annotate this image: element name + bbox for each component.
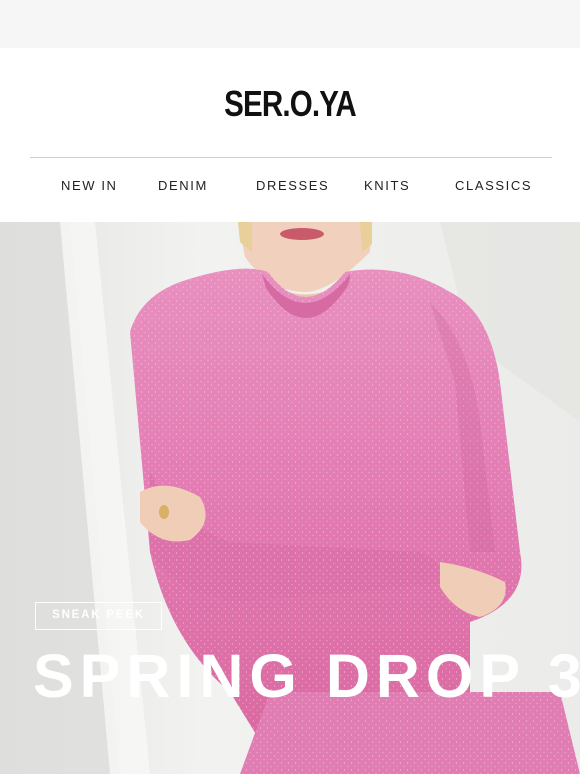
main-nav: NEW IN DENIM DRESSES KNITS CLASSICS xyxy=(0,176,580,196)
sneak-peek-badge: SNEAK PEEK xyxy=(35,602,162,630)
nav-item-new-in[interactable]: NEW IN xyxy=(61,176,118,196)
header-divider xyxy=(30,157,552,158)
top-preheader-bar xyxy=(0,0,580,48)
hero-headline: SPRING DROP 3 xyxy=(33,642,580,710)
brand-logo[interactable]: SER.O.YA xyxy=(52,82,528,126)
nav-item-dresses[interactable]: DRESSES xyxy=(256,176,329,196)
nav-item-denim[interactable]: DENIM xyxy=(158,176,208,196)
nav-item-knits[interactable]: KNITS xyxy=(364,176,410,196)
nav-item-classics[interactable]: CLASSICS xyxy=(455,176,532,196)
